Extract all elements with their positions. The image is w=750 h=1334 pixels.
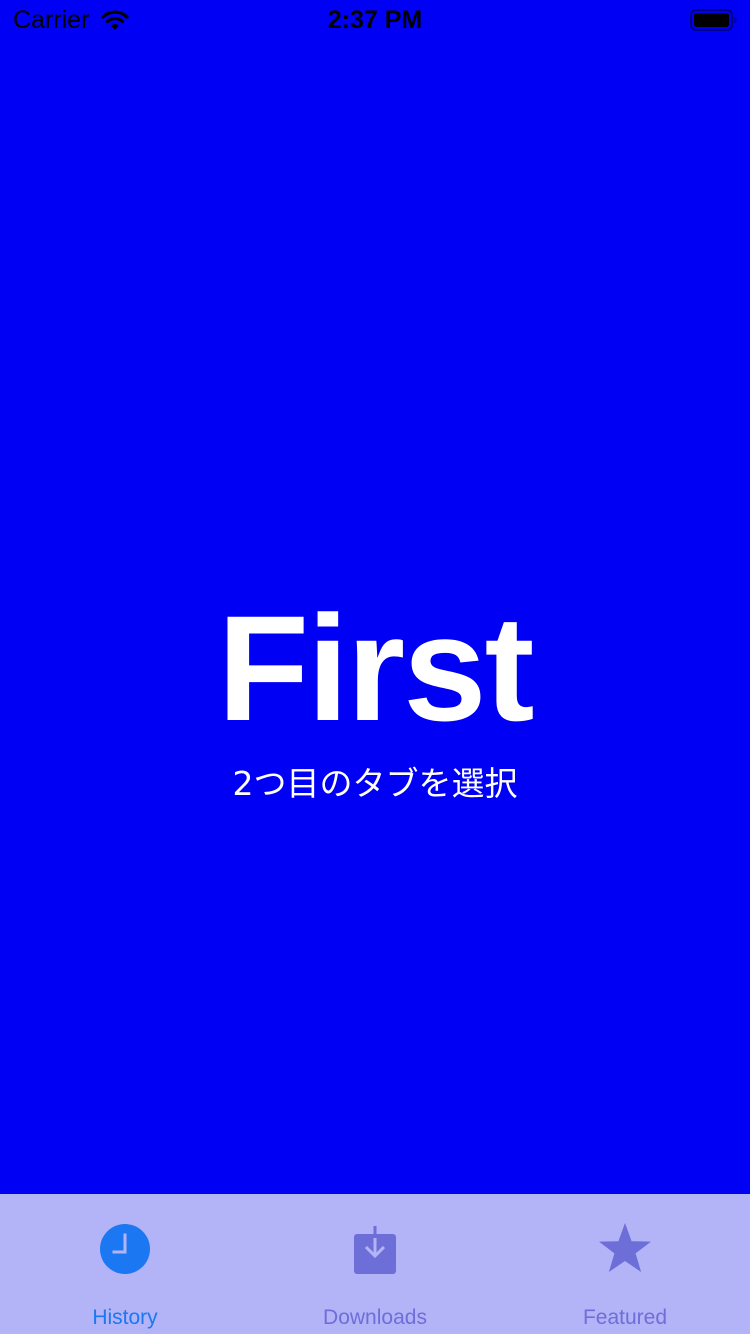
page-subtitle: 2つ目のタブを選択 — [232, 764, 518, 803]
download-icon — [350, 1224, 400, 1274]
tab-history[interactable]: History — [0, 1194, 250, 1334]
tab-downloads[interactable]: Downloads — [250, 1194, 500, 1334]
tab-downloads-label: Downloads — [323, 1306, 427, 1329]
tab-bar: History Downloads Featured — [0, 1194, 750, 1334]
tab-featured-label: Featured — [582, 1306, 668, 1329]
clock-icon — [100, 1224, 150, 1274]
battery-full-icon — [690, 9, 738, 31]
tab-featured[interactable]: Featured — [500, 1194, 750, 1334]
status-bar: Carrier 2:37 PM — [0, 0, 750, 40]
tab-history-label: History — [92, 1306, 158, 1329]
status-time: 2:37 PM — [327, 6, 423, 34]
star-icon — [599, 1223, 651, 1274]
page-title: First — [217, 584, 534, 752]
